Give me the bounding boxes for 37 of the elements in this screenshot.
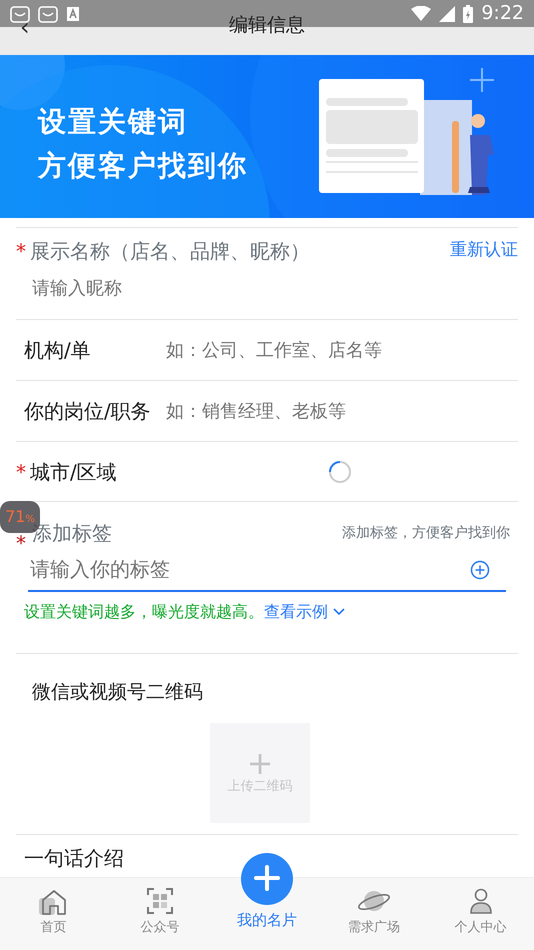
required-asterisk: * [16, 238, 26, 265]
banner-heading: 方便客户找到你 [38, 148, 248, 184]
back-button[interactable]: ‹ [20, 15, 30, 39]
tab-bar-item[interactable]: 首页 [0, 878, 107, 950]
status-time: 9:22 [481, 1, 524, 26]
section-title: 微信或视频号二维码 [31, 680, 204, 705]
banner-heading: 设置关键词 [38, 104, 189, 140]
field-label: 你的岗位/职务 [24, 398, 151, 425]
tag-hint: 设置关键词越多，曝光度就越高。 [24, 601, 264, 623]
home-icon [38, 888, 68, 916]
tab-bar-item[interactable]: 需求广场 [320, 878, 428, 950]
tab-bar-item[interactable]: 我的名片 [214, 853, 320, 932]
notification-icon [66, 6, 80, 22]
section-title: 一句话介绍 [23, 845, 125, 872]
tab-bar-item[interactable]: 个人中心 [427, 878, 534, 950]
example-link[interactable]: 查看示例 [264, 600, 328, 624]
add-icon[interactable] [470, 560, 490, 580]
wifi-icon [411, 6, 432, 21]
field-label: 机构/单 [24, 337, 91, 364]
tag-note: 添加标签，方便客户找到你 [342, 524, 510, 542]
battery-icon [463, 4, 474, 22]
chevron-down-icon[interactable] [332, 607, 346, 617]
person-icon [468, 888, 493, 914]
field-label: 展示名称（店名、品牌、昵称） [30, 238, 310, 265]
field-label: 城市/区域 [30, 458, 117, 486]
reauth-link[interactable]: 重新认证 [450, 238, 518, 264]
plus-icon [254, 865, 280, 891]
loading-spinner [328, 460, 352, 484]
notification-icon [10, 4, 30, 24]
tab-bar-item[interactable]: 公众号 [106, 878, 214, 950]
qr-code-icon [147, 888, 174, 914]
required-asterisk: * [16, 458, 26, 486]
notification-icon [38, 4, 58, 24]
planet-icon [356, 888, 391, 914]
tag-input-field[interactable]: 请输入你的标签 [28, 548, 506, 592]
signal-icon [439, 6, 456, 22]
required-asterisk: * [16, 530, 26, 557]
